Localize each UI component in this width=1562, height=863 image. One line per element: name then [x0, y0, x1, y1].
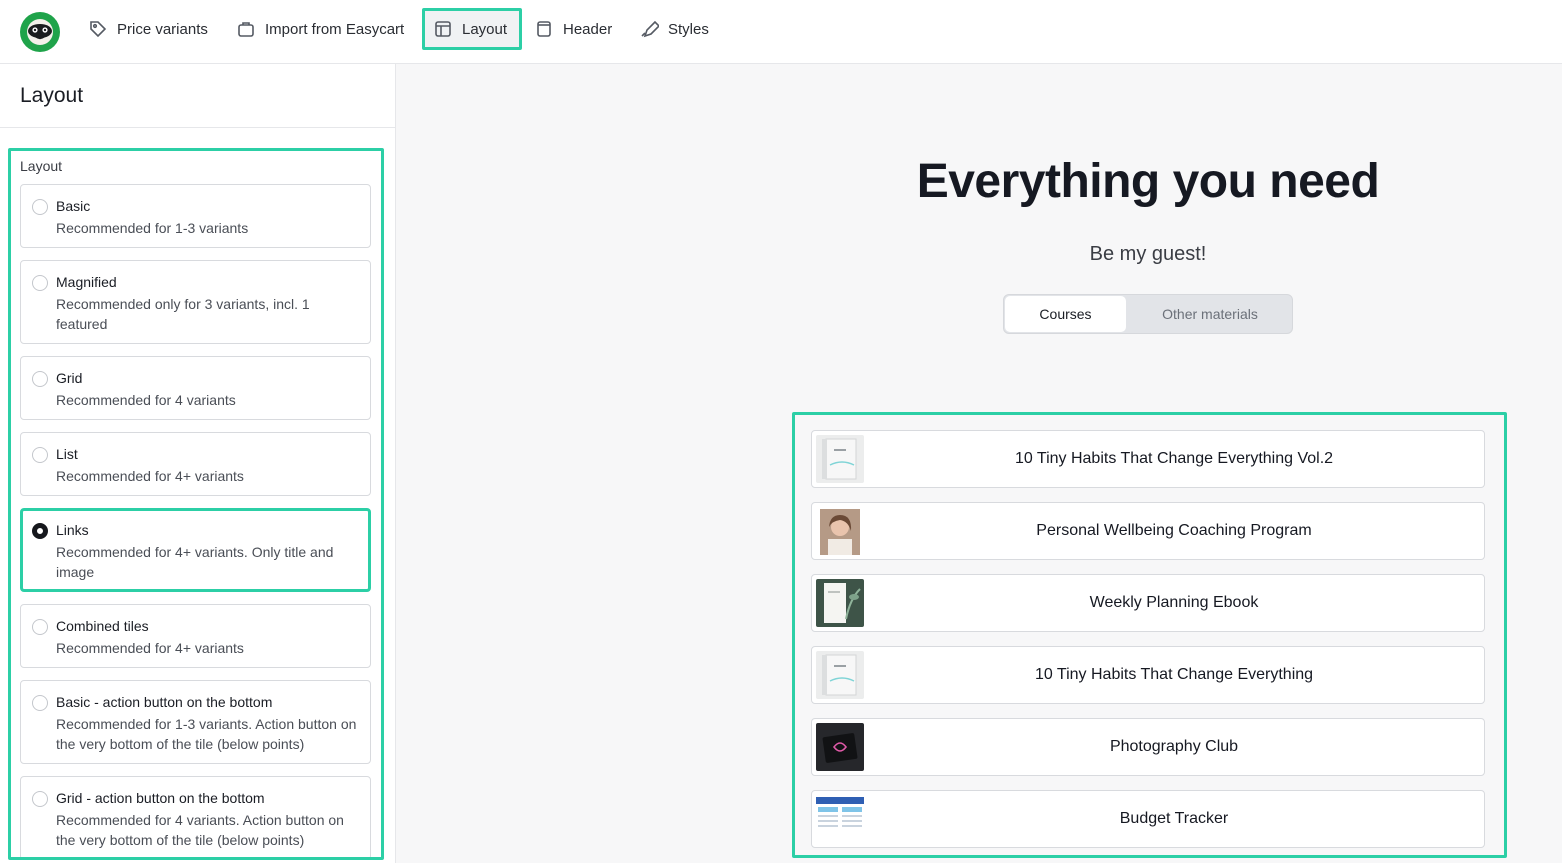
option-description: Recommended for 4 variants. Action butto… [56, 812, 344, 848]
layout-option-grid[interactable]: Grid Recommended for 4 variants [20, 356, 371, 420]
option-description: Recommended only for 3 variants, incl. 1… [56, 296, 310, 332]
nav-import-easycart[interactable]: Import from Easycart [228, 8, 412, 50]
portrait-thumb [816, 507, 864, 555]
nav-styles[interactable]: Styles [631, 8, 717, 50]
preview-subtitle: Be my guest! [1089, 243, 1207, 265]
link-title: Budget Tracker [1119, 810, 1229, 827]
option-description: Recommended for 4+ variants [56, 640, 244, 656]
divider [0, 127, 396, 128]
nav-layout[interactable]: Layout [422, 8, 522, 50]
link-item[interactable]: Photography Club [811, 718, 1485, 776]
link-item[interactable]: 10 Tiny Habits That Change Everything Vo… [811, 430, 1485, 488]
tag-icon [90, 21, 107, 38]
layout-options-group: Layout Basic Recommended for 1-3 variant… [8, 148, 384, 860]
link-title: 10 Tiny Habits That Change Everything [1034, 666, 1314, 683]
radio-button[interactable] [32, 791, 48, 807]
option-title: Links [56, 522, 89, 538]
link-title: Personal Wellbeing Coaching Program [1036, 522, 1312, 539]
link-title: 10 Tiny Habits That Change Everything Vo… [1014, 450, 1334, 467]
radio-button[interactable] [32, 447, 48, 463]
radio-button[interactable] [32, 371, 48, 387]
header-icon [537, 21, 551, 37]
option-title: Grid - action button on the bottom [56, 790, 265, 806]
radio-button[interactable] [32, 695, 48, 711]
link-item[interactable]: 10 Tiny Habits That Change Everything [811, 646, 1485, 704]
link-title: Weekly Planning Ebook [1089, 594, 1259, 611]
link-item[interactable]: Weekly Planning Ebook [811, 574, 1485, 632]
top-navbar: Price variants Import from Easycart Layo… [0, 0, 1562, 64]
radio-button-selected[interactable] [32, 523, 48, 539]
layout-option-basic-bottom-button[interactable]: Basic - action button on the bottom Reco… [20, 680, 371, 764]
option-description: Recommended for 4+ variants [56, 468, 244, 484]
layout-option-combined-tiles[interactable]: Combined tiles Recommended for 4+ varian… [20, 604, 371, 668]
option-title: Basic [56, 198, 91, 214]
links-list: 10 Tiny Habits That Change Everything Vo… [792, 412, 1507, 858]
dark-thumb [816, 723, 864, 771]
option-title: Magnified [56, 274, 117, 290]
radio-button[interactable] [32, 275, 48, 291]
brush-icon [641, 20, 659, 38]
option-description: Recommended for 4+ variants. Only title … [56, 544, 334, 580]
option-description: Recommended for 1-3 variants. Action but… [56, 716, 357, 752]
nav-price-variants[interactable]: Price variants [80, 8, 216, 50]
layout-option-magnified[interactable]: Magnified Recommended only for 3 variant… [20, 260, 371, 344]
plant-thumb [816, 579, 864, 627]
app-logo[interactable] [20, 12, 60, 52]
link-title: Photography Club [1109, 738, 1239, 755]
options-group-label: Layout [20, 158, 63, 174]
radio-button[interactable] [32, 619, 48, 635]
sloth-logo-icon [27, 19, 53, 45]
tab-other-materials[interactable]: Other materials [1128, 296, 1292, 332]
spreadsheet-thumb [816, 795, 864, 843]
option-title: Basic - action button on the bottom [56, 694, 273, 710]
option-title: Grid [56, 370, 83, 386]
layout-option-grid-bottom-button[interactable]: Grid - action button on the bottom Recom… [20, 776, 371, 857]
option-description: Recommended for 4 variants [56, 392, 236, 408]
radio-button[interactable] [32, 199, 48, 215]
nav-header[interactable]: Header [526, 8, 620, 50]
layout-sidebar: Layout Layout Basic Recommended for 1-3 … [0, 64, 396, 863]
link-item[interactable]: Personal Wellbeing Coaching Program [811, 502, 1485, 560]
nav-label: Styles [668, 20, 709, 38]
nav-label: Import from Easycart [265, 20, 405, 38]
nav-label: Price variants [117, 20, 208, 38]
option-description: Recommended for 1-3 variants [56, 220, 249, 236]
nav-label: Layout [462, 20, 508, 38]
nav-label: Header [563, 20, 613, 38]
category-tabs: Courses Other materials [1003, 294, 1293, 334]
layout-option-basic[interactable]: Basic Recommended for 1-3 variants [20, 184, 371, 248]
preview-title: Everything you need [916, 155, 1380, 208]
option-title: List [56, 446, 78, 462]
option-title: Combined tiles [56, 618, 149, 634]
book-thumb [816, 651, 864, 699]
cart-icon [238, 22, 254, 37]
layout-option-list[interactable]: List Recommended for 4+ variants [20, 432, 371, 496]
tab-courses[interactable]: Courses [1005, 296, 1126, 332]
link-item[interactable]: Budget Tracker [811, 790, 1485, 848]
layout-icon [435, 21, 451, 37]
sidebar-title: Layout [20, 84, 84, 107]
layout-option-links[interactable]: Links Recommended for 4+ variants. Only … [20, 508, 371, 592]
book-thumb [816, 435, 864, 483]
